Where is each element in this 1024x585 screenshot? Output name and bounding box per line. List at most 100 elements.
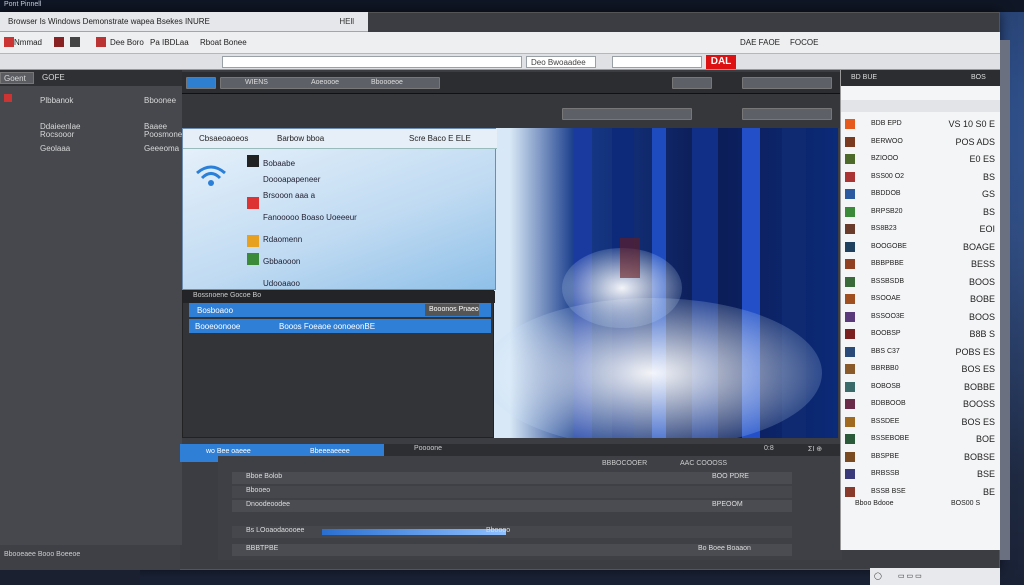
player-subtoolbar-pill[interactable] bbox=[562, 108, 692, 120]
thumbnail-icon bbox=[845, 416, 855, 427]
list-item[interactable]: BDB EPD VS 10 S0 E bbox=[845, 118, 997, 132]
list-item[interactable]: BBSPBE BOBSE bbox=[845, 451, 997, 465]
wifi-icon bbox=[196, 165, 226, 186]
list-item-name: BBSPBE bbox=[871, 452, 900, 460]
player-subtoolbar-right[interactable] bbox=[742, 108, 832, 120]
menu-item-3[interactable]: Pa IBDLaa bbox=[150, 38, 189, 47]
table-row[interactable]: Bbooeo bbox=[232, 486, 792, 498]
list-item[interactable]: BSSB BSE BE bbox=[845, 486, 997, 500]
thumbnail-icon bbox=[845, 486, 855, 497]
taskbar-icon[interactable]: ◯ bbox=[874, 572, 882, 580]
list-item[interactable]: BDBBOOB BOOSS bbox=[845, 398, 997, 412]
thumbnail-icon bbox=[845, 434, 855, 444]
dialog-tab-2[interactable]: Barbow bboa bbox=[277, 134, 324, 143]
list-item[interactable]: BBDDOB GS bbox=[845, 188, 997, 202]
table-row[interactable]: Dnoodeoodee BPEOOM bbox=[232, 500, 792, 512]
window-scrollbar[interactable] bbox=[1000, 40, 1010, 560]
list-item-value: BOS ES bbox=[961, 416, 995, 427]
dropdown-header: Bossnoene Gocoe Bo bbox=[183, 291, 495, 303]
list-item[interactable]: BSSBSDB BOOS bbox=[845, 276, 997, 290]
dialog-item-2[interactable]: Doooapapeneer bbox=[263, 175, 320, 184]
list-item-value: B8B S bbox=[969, 329, 995, 339]
list-item-name: BBBPBBE bbox=[871, 260, 904, 267]
list-item-value: BS bbox=[982, 171, 995, 182]
window-title: Pont Pinnell bbox=[4, 1, 42, 8]
dropdown-option-1[interactable]: Bosboaoo Booonos Pnaeo bbox=[189, 303, 491, 317]
thumbnail-icon bbox=[845, 259, 855, 269]
playlist-header-1: BBBOCOOER bbox=[602, 460, 648, 467]
table-row[interactable]: Bs LOoaodaoooee Bboooo bbox=[232, 526, 792, 538]
list-item-value: BOBBE bbox=[963, 381, 995, 392]
list-item[interactable]: BSOOAE BOBE bbox=[845, 293, 997, 307]
list-item-name: BOOBSP bbox=[871, 330, 901, 337]
sidebar-item-1-label[interactable]: Plbbanok bbox=[40, 96, 73, 105]
list-item[interactable]: BSSDEE BOS ES bbox=[845, 416, 997, 430]
list-item[interactable]: BOOGOBE BOAGE bbox=[845, 241, 997, 255]
list-item-name: BRBSSB bbox=[871, 470, 900, 477]
sidebar-item-4-label[interactable]: Geolaaa bbox=[40, 144, 70, 153]
list-item[interactable]: BOOBSP B8B S bbox=[845, 328, 997, 342]
menu-item-2[interactable]: Dee Boro bbox=[110, 38, 144, 47]
list-item-value: VS 10 S0 E bbox=[948, 119, 995, 129]
dialog-tab-1[interactable]: Cbsaeoaoeos bbox=[199, 134, 248, 143]
sidebar-item-4-value: Geeeoma bbox=[144, 144, 180, 153]
list-item[interactable]: BOBOSB BOBBE bbox=[845, 381, 997, 395]
dropdown-option-2[interactable]: Booeoonooe Booos Foeaoe oonoeonBE bbox=[189, 319, 491, 333]
left-sidebar-header: Goent GOFE bbox=[0, 70, 182, 86]
list-item-name: BSSBSDB bbox=[871, 277, 905, 285]
sidebar-search[interactable]: Goent bbox=[0, 72, 34, 84]
table-row[interactable]: Bboe Bolob BOO PDRE bbox=[232, 472, 792, 484]
right-sidebar-header: BD BUE BOS bbox=[841, 70, 1001, 86]
list-item-name: BBDDOB bbox=[871, 190, 901, 197]
tab-close-button[interactable]: HEll bbox=[339, 17, 354, 26]
list-item[interactable]: BBBPBBE BESS bbox=[845, 258, 997, 272]
list-item-value: BOOSS bbox=[962, 399, 995, 409]
sidebar-item-3-label[interactable]: Rocsooor bbox=[40, 130, 74, 139]
player-toolbar-pill[interactable]: WIENS Aoeoooe Bboooeoe bbox=[220, 77, 440, 89]
dialog-tab-3[interactable]: Scre Baco E ELE bbox=[409, 134, 471, 143]
thumbnail-icon bbox=[845, 364, 855, 374]
list-item[interactable]: BBS C37 POBS ES bbox=[845, 346, 997, 360]
list-item-value: BS bbox=[982, 206, 995, 217]
list-item[interactable]: BRBSSB BSE bbox=[845, 468, 997, 482]
menu-bar: Nmmad Dee Boro Pa IBDLaa Rboat Bonee DAE… bbox=[0, 32, 1000, 54]
list-item[interactable]: BSS00 O2 BS bbox=[845, 171, 997, 185]
list-item[interactable]: BSSOO3E BOOS bbox=[845, 311, 997, 325]
list-item-value: BOOS bbox=[968, 311, 995, 322]
item-icon bbox=[247, 197, 259, 209]
player-toolbar-right[interactable] bbox=[742, 77, 832, 89]
dialog-item-4[interactable]: Fanooooo Boaso Uoeeeur bbox=[263, 213, 357, 222]
brand-badge[interactable]: DAL bbox=[706, 55, 736, 69]
list-item-value: BOOS bbox=[968, 276, 995, 287]
list-item[interactable]: BRPSB20 BS bbox=[845, 206, 997, 220]
sidebar-item-3-value: Poosmone bbox=[144, 130, 183, 139]
dialog-item-7[interactable]: Udooaaoo bbox=[263, 279, 300, 288]
thumbnail-icon bbox=[845, 294, 855, 304]
list-item-value: POBS ES bbox=[955, 346, 995, 357]
dialog-item-1[interactable]: Bobaabe bbox=[263, 159, 295, 168]
menu-item-4[interactable]: Rboat Bonee bbox=[200, 38, 247, 47]
list-item[interactable]: BS8B23 EOI bbox=[845, 223, 997, 237]
list-item-name: BSS00 O2 bbox=[871, 172, 905, 180]
dialog-item-6[interactable]: Gbbaooon bbox=[263, 257, 300, 266]
url-input[interactable] bbox=[222, 56, 522, 68]
dialog-item-3[interactable]: Brsooon aaa a bbox=[263, 191, 315, 200]
player-tab-active[interactable] bbox=[186, 77, 216, 89]
menu-right-item-1[interactable]: DAE FAOE bbox=[740, 38, 780, 47]
thumbnail-icon bbox=[845, 469, 855, 479]
dialog-item-5[interactable]: Rdaomenn bbox=[263, 235, 302, 244]
browser-tab[interactable]: Browser Is Windows Demonstrate wapea Bse… bbox=[0, 12, 368, 32]
list-item[interactable]: BERWOO POS ADS bbox=[845, 136, 997, 150]
list-item[interactable]: BZIOOO E0 ES bbox=[845, 153, 997, 167]
secondary-field[interactable]: Deo Bwoaadee bbox=[526, 56, 596, 68]
seek-bar[interactable]: Poooone 0:8 ΣΙ ⊕ bbox=[384, 444, 840, 456]
list-item[interactable]: BBRBB0 BOS ES bbox=[845, 363, 997, 377]
player-toolbar-btn[interactable] bbox=[672, 77, 712, 89]
red-thumbnail-icon bbox=[54, 37, 64, 47]
menu-right-item-2[interactable]: FOCOE bbox=[790, 38, 818, 47]
table-row[interactable]: BBBTPBE Bo Boee Boaaon bbox=[232, 544, 792, 556]
menu-item-1[interactable]: Nmmad bbox=[14, 38, 42, 47]
search-input[interactable] bbox=[612, 56, 702, 68]
list-item[interactable]: BSSEBOBE BOE bbox=[845, 433, 997, 447]
thumbnail-icon bbox=[845, 154, 855, 164]
